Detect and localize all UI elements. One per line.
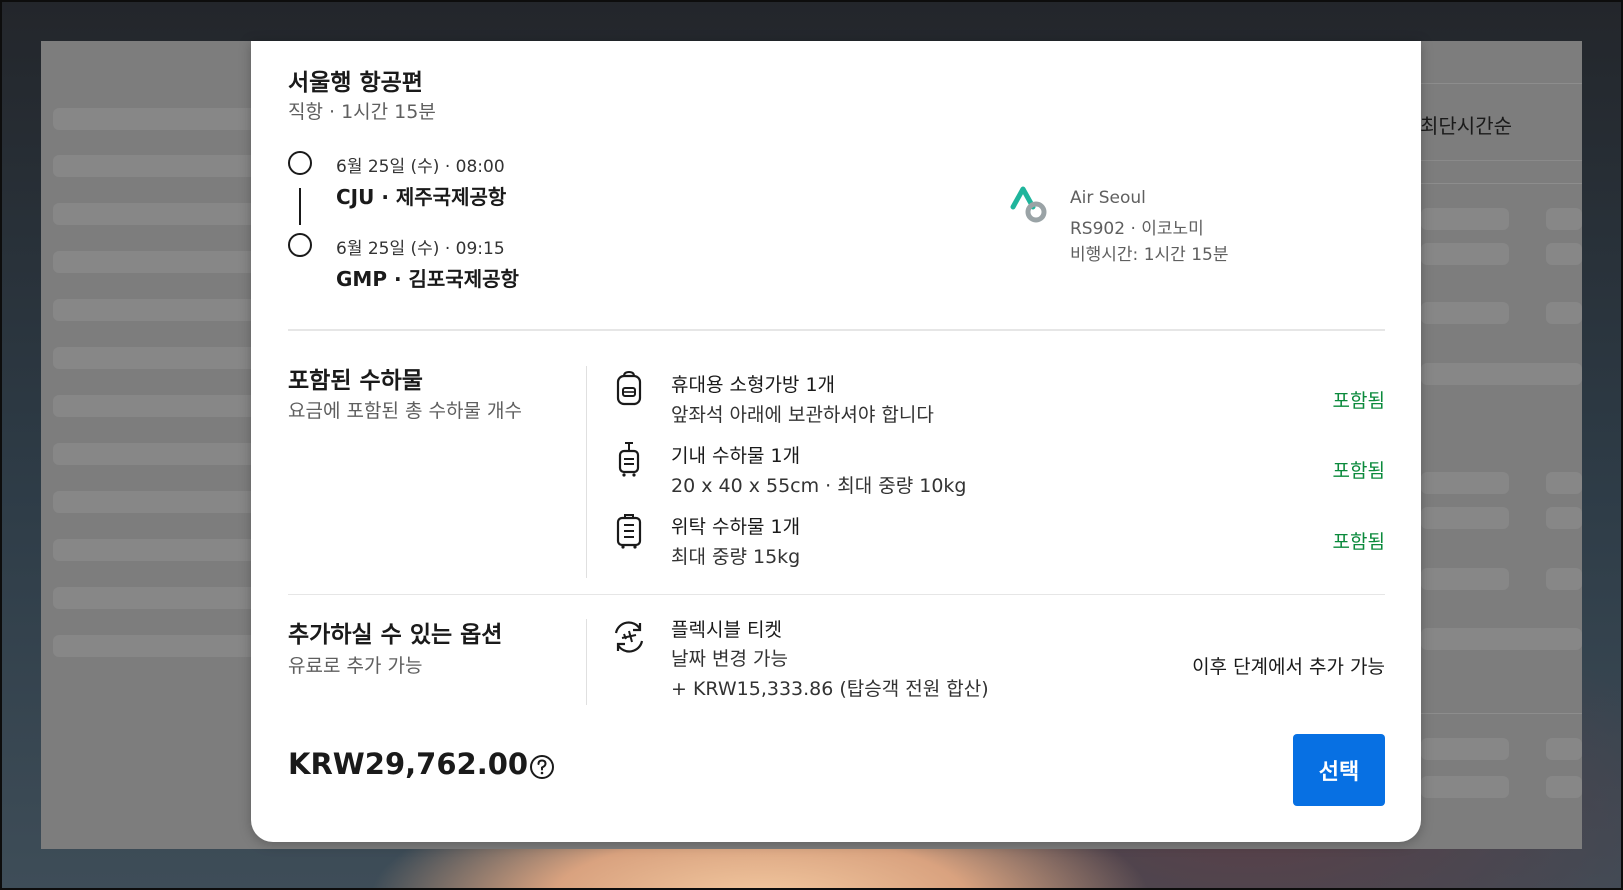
baggage-item-1-title: 휴대용 소형가방 1개	[671, 374, 836, 396]
options-section-title: 추가하실 수 있는 옵션	[288, 622, 503, 648]
section-divider	[288, 594, 1385, 595]
baggage-section-subtitle: 요금에 포함된 총 수하물 개수	[288, 400, 522, 422]
checked-bag-icon	[616, 514, 642, 549]
total-price: KRW29,762.00	[288, 747, 529, 781]
option-status: 이후 단계에서 추가 가능	[1192, 656, 1385, 678]
baggage-item-2-title: 기내 수하물 1개	[671, 445, 801, 467]
baggage-item-2-detail: 20 x 40 x 55cm · 최대 중량 10kg	[671, 475, 967, 497]
cabin-bag-icon	[618, 442, 640, 477]
departure-airport: CJU · 제주국제공항	[336, 185, 507, 209]
baggage-section-title: 포함된 수하물	[288, 368, 423, 394]
baggage-item-3-status: 포함됨	[1332, 531, 1385, 553]
option-title: 플렉시블 티켓	[671, 619, 782, 641]
baggage-item-2-status: 포함됨	[1332, 460, 1385, 482]
baggage-item-1-status: 포함됨	[1332, 390, 1385, 412]
baggage-separator	[586, 366, 587, 578]
section-divider	[288, 329, 1385, 331]
flight-duration: 비행시간: 1시간 15분	[1070, 245, 1229, 265]
sort-fastest-tab: 최단시간순	[1420, 114, 1512, 138]
airline-name: Air Seoul	[1070, 188, 1146, 208]
departure-datetime: 6월 25일 (수) · 08:00	[336, 157, 505, 177]
question-circle-icon[interactable]	[529, 754, 555, 780]
departure-circle-icon	[288, 151, 312, 175]
baggage-item-3-title: 위탁 수하물 1개	[671, 516, 801, 538]
options-section-subtitle: 유료로 추가 가능	[288, 655, 423, 677]
backpack-icon	[616, 370, 642, 406]
arrival-airport: GMP · 김포국제공항	[336, 267, 519, 291]
select-button[interactable]: 선택	[1293, 734, 1385, 806]
arrival-circle-icon	[288, 233, 312, 257]
itinerary-line	[299, 188, 301, 225]
flexible-ticket-icon	[614, 621, 644, 653]
air-seoul-logo-icon	[1010, 186, 1047, 223]
arrival-datetime: 6월 25일 (수) · 09:15	[336, 239, 505, 259]
baggage-item-3-detail: 최대 중량 15kg	[671, 546, 801, 568]
option-price: + KRW15,333.86 (탑승객 전원 합산)	[671, 678, 989, 700]
option-detail: 날짜 변경 가능	[671, 648, 788, 670]
flight-number: RS902 · 이코노미	[1070, 219, 1204, 239]
flight-details-modal: 서울행 항공편 직항 · 1시간 15분 6월 25일 (수) · 08:00 …	[251, 41, 1421, 842]
modal-title: 서울행 항공편	[288, 70, 423, 96]
modal-subtitle: 직항 · 1시간 15분	[288, 101, 436, 123]
options-separator	[586, 619, 587, 705]
sort-tab-area	[1414, 41, 1582, 161]
baggage-item-1-detail: 앞좌석 아래에 보관하셔야 합니다	[671, 404, 934, 426]
